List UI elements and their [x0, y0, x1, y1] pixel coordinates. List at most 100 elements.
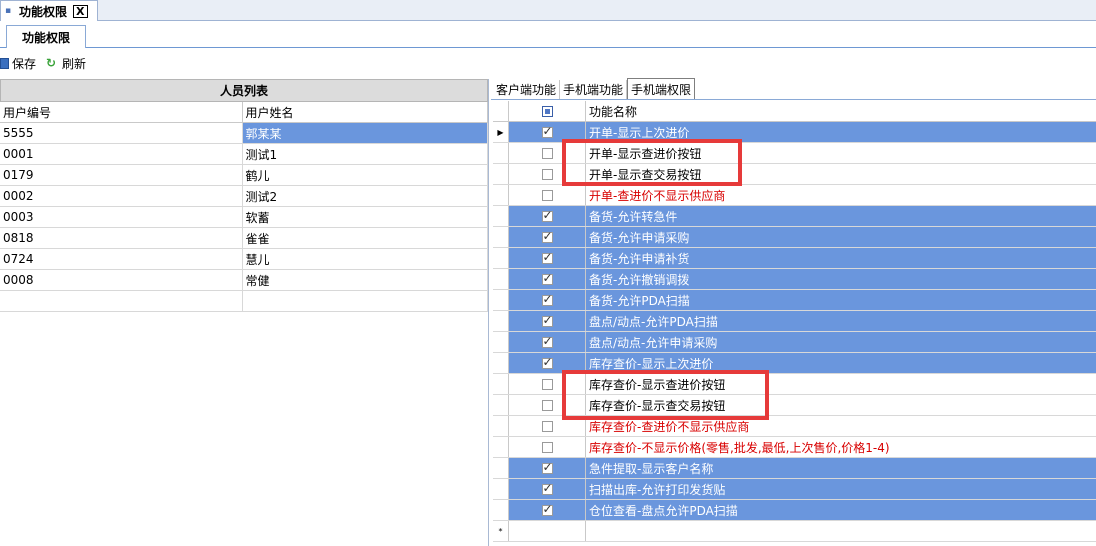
user-name-cell[interactable]: 软蓄	[243, 207, 488, 227]
refresh-button[interactable]: ↻ 刷新	[46, 55, 86, 72]
user-id-cell[interactable]: 0008	[0, 270, 243, 290]
permission-checkbox[interactable]	[509, 332, 586, 352]
user-name-cell[interactable]: 慧儿	[243, 249, 488, 269]
table-row[interactable]: 备货-允许PDA扫描	[493, 290, 1096, 311]
user-name-cell[interactable]: 郭某某	[242, 123, 488, 143]
row-indicator	[493, 500, 509, 520]
permission-checkbox[interactable]	[509, 248, 586, 268]
new-row-checkbox-cell[interactable]	[509, 521, 586, 541]
highlight-box	[562, 139, 742, 186]
user-name-cell[interactable]	[243, 291, 488, 311]
new-row-name-cell[interactable]	[586, 521, 1096, 541]
table-row[interactable]: 急件提取-显示客户名称	[493, 458, 1096, 479]
user-id-cell[interactable]: 0001	[0, 144, 243, 164]
table-row[interactable]: 备货-允许撤销调拨	[493, 269, 1096, 290]
table-row[interactable]: 0818 雀雀	[0, 228, 488, 249]
user-id-cell[interactable]: 0818	[0, 228, 243, 248]
table-row[interactable]: 仓位查看-盘点允许PDA扫描	[493, 500, 1096, 521]
table-row[interactable]: 备货-允许申请采购	[493, 227, 1096, 248]
table-row[interactable]: 0179 鹤儿	[0, 165, 488, 186]
unchecked-checkbox-icon	[541, 420, 553, 432]
table-row[interactable]: 5555 郭某某	[0, 123, 488, 144]
table-row[interactable]: 0008 常健	[0, 270, 488, 291]
close-icon[interactable]: X	[73, 4, 88, 18]
function-name-cell[interactable]: 盘点/动点-允许PDA扫描	[586, 311, 1096, 331]
table-row-empty[interactable]	[0, 291, 488, 312]
row-indicator	[493, 269, 509, 289]
checked-checkbox-icon	[541, 355, 553, 369]
table-row[interactable]: 盘点/动点-允许申请采购	[493, 332, 1096, 353]
row-indicator	[493, 332, 509, 352]
user-name-cell[interactable]: 雀雀	[243, 228, 488, 248]
user-id-cell[interactable]: 0003	[0, 207, 243, 227]
table-row[interactable]: 0002 测试2	[0, 186, 488, 207]
checked-checkbox-icon	[541, 229, 553, 243]
row-indicator	[493, 311, 509, 331]
function-name-cell[interactable]: 备货-允许申请补货	[586, 248, 1096, 268]
row-indicator	[493, 290, 509, 310]
function-name-cell[interactable]: 盘点/动点-允许申请采购	[586, 332, 1096, 352]
select-all-checkbox[interactable]	[509, 101, 586, 121]
checked-checkbox-icon	[541, 460, 553, 474]
permission-checkbox[interactable]	[509, 479, 586, 499]
function-name-cell[interactable]: 仓位查看-盘点允许PDA扫描	[586, 500, 1096, 520]
document-tab-permissions[interactable]: ▪ 功能权限 X	[0, 0, 98, 21]
function-name-cell[interactable]: 开单-查进价不显示供应商	[586, 185, 1096, 205]
checked-checkbox-icon	[541, 502, 553, 516]
tab-client-functions[interactable]: 客户端功能	[493, 80, 561, 99]
table-row[interactable]: 开单-查进价不显示供应商	[493, 185, 1096, 206]
function-name-cell[interactable]: 扫描出库-允许打印发货贴	[586, 479, 1096, 499]
permission-checkbox[interactable]	[509, 227, 586, 247]
row-indicator	[493, 206, 509, 226]
row-indicator	[493, 227, 509, 247]
toolbar: 保存 ↻ 刷新	[0, 49, 1096, 77]
user-name-cell[interactable]: 测试1	[243, 144, 488, 164]
user-list-panel: 人员列表 用户编号 用户姓名 5555 郭某某 0001 测试1 0179 鹤儿 0002 测…	[0, 79, 489, 546]
row-indicator	[493, 374, 509, 394]
table-row[interactable]: 0724 慧儿	[0, 249, 488, 270]
permission-checkbox[interactable]	[509, 311, 586, 331]
user-name-cell[interactable]: 常健	[243, 270, 488, 290]
table-row[interactable]: 盘点/动点-允许PDA扫描	[493, 311, 1096, 332]
user-name-cell[interactable]: 测试2	[243, 186, 488, 206]
sub-tab-permissions[interactable]: 功能权限	[6, 25, 86, 48]
user-name-cell[interactable]: 鹤儿	[243, 165, 488, 185]
permission-checkbox[interactable]	[509, 185, 586, 205]
user-id-cell[interactable]: 0179	[0, 165, 243, 185]
user-list-title: 人员列表	[0, 79, 488, 102]
column-header-user-id[interactable]: 用户编号	[0, 102, 243, 122]
function-name-cell[interactable]: 备货-允许申请采购	[586, 227, 1096, 247]
permission-checkbox[interactable]	[509, 290, 586, 310]
row-indicator	[493, 185, 509, 205]
unchecked-checkbox-icon	[541, 147, 553, 159]
function-name-cell[interactable]: 库存查价-不显示价格(零售,批发,最低,上次售价,价格1-4)	[586, 437, 1096, 457]
user-id-cell[interactable]: 0002	[0, 186, 243, 206]
permission-checkbox[interactable]	[509, 458, 586, 478]
function-name-cell[interactable]: 备货-允许PDA扫描	[586, 290, 1096, 310]
new-row[interactable]: *	[493, 521, 1096, 542]
function-name-cell[interactable]: 急件提取-显示客户名称	[586, 458, 1096, 478]
tab-mobile-permissions[interactable]: 手机端权限	[627, 78, 696, 99]
row-indicator	[493, 479, 509, 499]
table-row[interactable]: 扫描出库-允许打印发货贴	[493, 479, 1096, 500]
new-row-marker: *	[493, 521, 509, 541]
column-header-function-name[interactable]: 功能名称	[586, 101, 1096, 121]
function-name-cell[interactable]: 备货-允许撤销调拨	[586, 269, 1096, 289]
column-header-user-name[interactable]: 用户姓名	[243, 102, 488, 122]
permission-checkbox[interactable]	[509, 269, 586, 289]
tab-mobile-functions[interactable]: 手机端功能	[560, 80, 628, 99]
permission-checkbox[interactable]	[509, 437, 586, 457]
table-row[interactable]: 备货-允许转急件	[493, 206, 1096, 227]
user-id-cell[interactable]	[0, 291, 243, 311]
current-row-indicator-icon: ▶	[493, 122, 509, 142]
save-button[interactable]: 保存	[0, 55, 36, 72]
table-row[interactable]: 备货-允许申请补货	[493, 248, 1096, 269]
user-id-cell[interactable]: 5555	[0, 123, 243, 143]
function-name-cell[interactable]: 备货-允许转急件	[586, 206, 1096, 226]
permission-checkbox[interactable]	[509, 500, 586, 520]
table-row[interactable]: 0001 测试1	[0, 144, 488, 165]
permission-checkbox[interactable]	[509, 206, 586, 226]
table-row[interactable]: 库存查价-不显示价格(零售,批发,最低,上次售价,价格1-4)	[493, 437, 1096, 458]
user-id-cell[interactable]: 0724	[0, 249, 243, 269]
table-row[interactable]: 0003 软蓄	[0, 207, 488, 228]
